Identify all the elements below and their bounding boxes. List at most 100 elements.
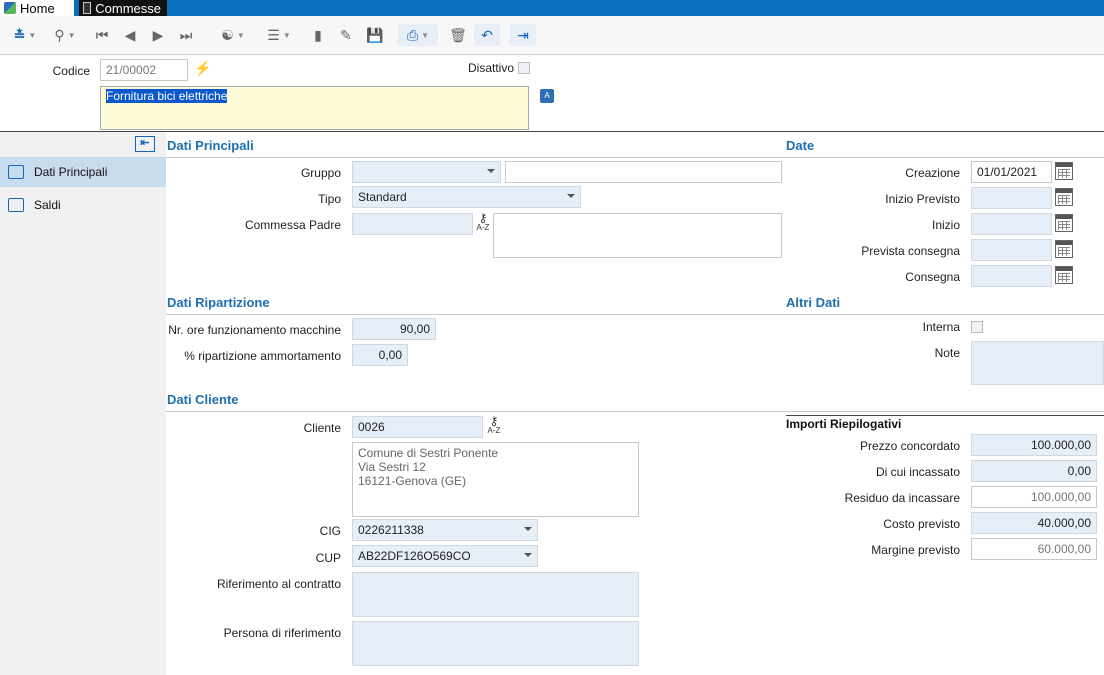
gruppo-select[interactable] bbox=[352, 161, 501, 183]
last-record-button[interactable]: ⏭ bbox=[178, 24, 194, 46]
search-button[interactable]: ⚲ ▼ bbox=[48, 24, 82, 46]
cliente-address-box: Comune di Sestri Ponente Via Sestri 12 1… bbox=[352, 442, 639, 517]
first-icon: ⏮ bbox=[95, 26, 109, 43]
cig-value: 0226211338 bbox=[358, 523, 424, 537]
note-label: Note bbox=[934, 346, 960, 360]
riferimento-contratto-label: Riferimento al contratto bbox=[216, 577, 341, 591]
costo-previsto-field[interactable]: 40.000,00 bbox=[971, 512, 1097, 534]
delete-button[interactable]: 🗑 bbox=[448, 24, 468, 46]
prev-record-button[interactable]: ◀ bbox=[122, 24, 138, 46]
persona-riferimento-field[interactable] bbox=[352, 621, 639, 666]
margine-previsto-field: 60.000,00 bbox=[971, 538, 1097, 560]
contact-card-icon bbox=[8, 165, 24, 179]
attach-button[interactable]: ☯ ▼ bbox=[216, 24, 250, 46]
description-text: Fornitura bici elettriche bbox=[106, 89, 228, 103]
commessa-padre-description[interactable] bbox=[493, 213, 782, 258]
last-icon: ⏭ bbox=[179, 26, 193, 43]
search-icon: ⚲ bbox=[54, 26, 65, 43]
next-record-button[interactable]: ▶ bbox=[150, 24, 166, 46]
top-tab-bar: Home Commesse bbox=[0, 0, 1104, 16]
calendar-icon[interactable] bbox=[1055, 240, 1073, 258]
cig-label: CIG bbox=[319, 524, 341, 538]
print-button[interactable]: ⎙ ▼ bbox=[398, 24, 438, 46]
sidebar-item-label: Saldi bbox=[34, 198, 61, 212]
ripartizione-ammortamento-field[interactable]: 0,00 bbox=[352, 344, 408, 366]
di-cui-incassato-field[interactable]: 0,00 bbox=[971, 460, 1097, 482]
persona-riferimento-label: Persona di riferimento bbox=[223, 626, 341, 640]
sidebar: Dati Principali Saldi bbox=[0, 132, 166, 675]
prevista-consegna-date-field[interactable] bbox=[971, 239, 1052, 261]
print-icon: ⎙ bbox=[406, 26, 419, 43]
date-title: Date bbox=[786, 138, 815, 153]
tab-commesse[interactable]: Commesse bbox=[79, 0, 167, 16]
delete-icon: 🗑 bbox=[449, 26, 467, 43]
riferimento-contratto-field[interactable] bbox=[352, 572, 639, 617]
calendar-icon[interactable] bbox=[1055, 188, 1073, 206]
tab-home[interactable]: Home bbox=[0, 0, 74, 16]
database-icon: ☰ bbox=[267, 26, 280, 43]
prev-icon: ◀ bbox=[124, 26, 136, 43]
tipo-label: Tipo bbox=[318, 192, 341, 206]
chevron-down-icon bbox=[524, 527, 532, 531]
window-icon bbox=[83, 2, 92, 14]
edit-button[interactable]: ✎ bbox=[336, 24, 356, 46]
residuo-da-incassare-field: 100.000,00 bbox=[971, 486, 1097, 508]
toolbar: ≛ ▼ ⚲ ▼ ⏮ ◀ ▶ ⏭ ☯ ▼ ☰ ▼ ▮ ✎ 💾 ⎙ ▼ 🗑 ↶ ⇥ bbox=[0, 16, 1104, 55]
prevista-consegna-label: Prevista consegna bbox=[861, 244, 960, 258]
calendar-icon[interactable] bbox=[1055, 266, 1073, 284]
translate-icon[interactable]: A bbox=[540, 89, 554, 103]
note-field[interactable] bbox=[971, 341, 1104, 385]
description-field[interactable]: Fornitura bici elettriche bbox=[100, 86, 529, 130]
new-document-icon: ▮ bbox=[314, 26, 322, 43]
save-icon: 💾 bbox=[366, 26, 384, 43]
interna-checkbox[interactable] bbox=[971, 321, 983, 333]
calendar-icon[interactable] bbox=[1055, 162, 1073, 180]
inizio-date-field[interactable] bbox=[971, 213, 1052, 235]
disattivo-label: Disattivo bbox=[467, 61, 514, 75]
collapse-sidebar-icon[interactable]: ⇤ bbox=[135, 136, 155, 152]
calendar-icon[interactable] bbox=[1055, 214, 1073, 232]
sidebar-item-saldi[interactable]: Saldi bbox=[0, 190, 166, 220]
search-document-icon bbox=[8, 198, 24, 212]
exit-icon: ⇥ bbox=[517, 26, 529, 43]
lightning-icon[interactable]: ⚡ bbox=[194, 60, 211, 77]
undo-button[interactable]: ↶ bbox=[474, 24, 500, 46]
codice-label: Codice bbox=[52, 64, 90, 78]
gruppo-description-field[interactable] bbox=[505, 161, 782, 183]
section-divider bbox=[166, 157, 1104, 158]
lookup-key-icon[interactable]: ⚷ A-Z bbox=[483, 415, 505, 435]
lookup-key-icon[interactable]: ⚷ A-Z bbox=[472, 212, 494, 232]
sidebar-item-dati-principali[interactable]: Dati Principali bbox=[0, 157, 166, 187]
commessa-padre-field[interactable] bbox=[352, 213, 473, 235]
database-button[interactable]: ☰ ▼ bbox=[262, 24, 296, 46]
consegna-date-field[interactable] bbox=[971, 265, 1052, 287]
first-record-button[interactable]: ⏮ bbox=[94, 24, 110, 46]
expand-button[interactable]: ≛ ▼ bbox=[8, 24, 42, 46]
new-document-button[interactable]: ▮ bbox=[308, 24, 328, 46]
exit-button[interactable]: ⇥ bbox=[510, 24, 536, 46]
next-icon: ▶ bbox=[152, 26, 164, 43]
tab-home-label: Home bbox=[20, 0, 55, 16]
prezzo-concordato-field[interactable]: 100.000,00 bbox=[971, 434, 1097, 456]
importi-divider bbox=[786, 415, 1104, 416]
dati-ripartizione-title: Dati Ripartizione bbox=[167, 295, 270, 310]
attach-icon: ☯ bbox=[221, 26, 234, 43]
disattivo-checkbox[interactable] bbox=[518, 62, 530, 74]
ripartizione-ammortamento-label: % ripartizione ammortamento bbox=[184, 349, 341, 363]
home-icon bbox=[4, 2, 16, 14]
codice-field[interactable]: 21/00002 bbox=[100, 59, 188, 81]
cliente-field[interactable]: 0026 bbox=[352, 416, 483, 438]
cig-select[interactable]: 0226211338 bbox=[352, 519, 538, 541]
creazione-label: Creazione bbox=[905, 166, 960, 180]
chevron-down-icon bbox=[524, 553, 532, 557]
inizio-previsto-date-field[interactable] bbox=[971, 187, 1052, 209]
cup-select[interactable]: AB22DF126O569CO bbox=[352, 545, 538, 567]
save-button[interactable]: 💾 bbox=[364, 24, 386, 46]
tipo-select[interactable]: Standard bbox=[352, 186, 581, 208]
di-cui-incassato-label: Di cui incassato bbox=[875, 465, 960, 479]
costo-previsto-label: Costo previsto bbox=[883, 517, 960, 531]
creazione-date-field[interactable]: 01/01/2021 bbox=[971, 161, 1052, 183]
ore-funzionamento-field[interactable]: 90,00 bbox=[352, 318, 436, 340]
dati-principali-title: Dati Principali bbox=[167, 138, 254, 153]
interna-label: Interna bbox=[922, 320, 960, 334]
